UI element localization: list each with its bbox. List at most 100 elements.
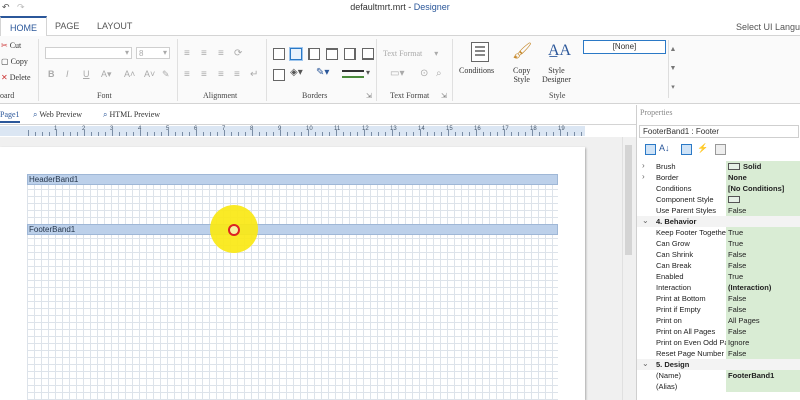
underline-icon[interactable]: U [83, 69, 90, 79]
align-middle-icon[interactable]: ≡ [201, 48, 207, 59]
justify-icon[interactable]: ≡ [234, 69, 240, 80]
categorized-icon[interactable] [645, 144, 656, 155]
property-value[interactable]: False [726, 304, 800, 315]
vertical-scrollbar[interactable] [622, 137, 634, 400]
left-border-icon[interactable] [308, 48, 320, 60]
tab-page1[interactable]: Page1 [0, 110, 20, 123]
header-band[interactable]: HeaderBand1 [27, 174, 558, 185]
report-page[interactable]: HeaderBand1 FooterBand1 [0, 147, 585, 400]
property-row[interactable]: Component Style [637, 194, 800, 205]
property-row[interactable]: (Alias) [637, 381, 800, 392]
chevron-down-icon[interactable]: ▾ [366, 68, 370, 77]
outside-border-icon[interactable] [290, 48, 302, 60]
property-value[interactable]: None [726, 172, 800, 183]
word-wrap-icon[interactable]: ↵ [250, 69, 258, 80]
property-row[interactable]: Keep Footer Together True [637, 227, 800, 238]
font-family-combo[interactable]: ▾ [45, 47, 132, 59]
select-ui-language[interactable]: Select UI Langu [736, 22, 800, 32]
font-size-combo[interactable]: 8 ▾ [136, 47, 170, 59]
footer-band[interactable]: FooterBand1 [27, 224, 558, 235]
copy-style-button[interactable]: Copy Style [513, 66, 530, 84]
properties-view-icon[interactable] [681, 144, 692, 155]
align-left-icon[interactable]: ≡ [184, 69, 190, 80]
border-color-icon[interactable]: ✎▾ [316, 67, 329, 78]
property-value[interactable]: Solid [726, 161, 800, 172]
no-border-icon[interactable] [273, 69, 285, 81]
right-border-icon[interactable] [344, 48, 356, 60]
property-category[interactable]: ⌄ 4. Behavior [637, 216, 800, 227]
text-format-combo[interactable]: Text Format ▾ [383, 49, 438, 58]
dialog-launcher-icon[interactable]: ⇲ [441, 92, 447, 100]
highlight-icon[interactable]: ✎ [162, 69, 170, 80]
property-value[interactable]: All Pages [726, 315, 800, 326]
format-percent-icon[interactable]: ⊙ [420, 68, 428, 79]
property-row[interactable]: Print if Empty False [637, 304, 800, 315]
bottom-border-icon[interactable] [362, 48, 374, 60]
italic-icon[interactable]: I [66, 69, 69, 79]
property-pages-icon[interactable] [715, 144, 726, 155]
sort-alpha-icon[interactable]: A↓ [659, 143, 670, 153]
property-row[interactable]: Use Parent Styles False [637, 205, 800, 216]
property-value[interactable] [726, 194, 800, 205]
tab-web-preview[interactable]: ⌕ Web Preview [33, 110, 82, 120]
property-value[interactable]: False [726, 249, 800, 260]
property-row[interactable]: Print on All Pages False [637, 326, 800, 337]
font-color-icon[interactable]: A▾ [101, 69, 112, 80]
property-row[interactable]: (Name) FooterBand1 [637, 370, 800, 381]
property-row[interactable]: Interaction (Interaction) [637, 282, 800, 293]
top-border-icon[interactable] [326, 48, 338, 60]
align-top-icon[interactable]: ≡ [184, 48, 190, 59]
cut-button[interactable]: ✂ Cut [1, 41, 21, 50]
property-value[interactable]: True [726, 227, 800, 238]
copy-button[interactable]: ▢ Copy [1, 57, 28, 66]
property-row[interactable]: Print at Bottom False [637, 293, 800, 304]
property-value[interactable]: False [726, 205, 800, 216]
property-row[interactable]: Reset Page Number False [637, 348, 800, 359]
format-number-icon[interactable]: ⌕ [436, 68, 442, 79]
property-row[interactable]: Can Shrink False [637, 249, 800, 260]
tab-layout[interactable]: LAYOUT [88, 16, 141, 37]
property-row[interactable]: Can Grow True [637, 238, 800, 249]
rotate-text-icon[interactable]: ⟳ [234, 48, 242, 59]
property-value[interactable]: False [726, 260, 800, 271]
align-right-icon[interactable]: ≡ [218, 69, 224, 80]
property-value[interactable] [726, 381, 800, 392]
format-currency-icon[interactable]: ▭▾ [390, 68, 404, 79]
property-value[interactable]: False [726, 293, 800, 304]
events-lightning-icon[interactable]: ⚡ [697, 143, 708, 154]
property-row[interactable]: › Brush Solid [637, 161, 800, 172]
shrink-font-icon[interactable]: A˅ [144, 69, 155, 79]
conditions-button[interactable]: Conditions [459, 66, 494, 75]
style-gallery-scroller[interactable]: ▲ ▼ ▾ [668, 40, 677, 98]
style-selector[interactable]: [None] [583, 40, 666, 54]
bold-icon[interactable]: B [48, 69, 55, 79]
tab-home[interactable]: HOME [0, 16, 47, 37]
property-row[interactable]: Print on All Pages [637, 315, 800, 326]
align-center-icon[interactable]: ≡ [201, 69, 207, 80]
delete-button[interactable]: ✕ Delete [1, 73, 31, 82]
expand-chevron-icon[interactable]: ⌄ [642, 359, 649, 368]
expand-chevron-icon[interactable]: ⌄ [642, 216, 649, 225]
property-row[interactable]: Print on Even Odd PagesIgnore [637, 337, 800, 348]
dialog-launcher-icon[interactable]: ⇲ [366, 92, 372, 100]
property-value[interactable]: Ignore [726, 337, 800, 348]
component-selector[interactable]: FooterBand1 : Footer [639, 125, 799, 138]
property-row[interactable]: Enabled True [637, 271, 800, 282]
property-value[interactable]: True [726, 238, 800, 249]
property-value[interactable]: True [726, 271, 800, 282]
align-bottom-icon[interactable]: ≡ [218, 48, 224, 59]
all-borders-icon[interactable] [273, 48, 285, 60]
tab-page[interactable]: PAGE [46, 16, 88, 37]
expand-chevron-icon[interactable]: › [642, 172, 645, 181]
design-canvas[interactable]: HeaderBand1 FooterBand1 [0, 137, 636, 400]
tab-html-preview[interactable]: ⌕ HTML Preview [103, 110, 160, 120]
property-row[interactable]: Conditions [No Conditions] [637, 183, 800, 194]
grow-font-icon[interactable]: A˄ [124, 69, 135, 79]
expand-chevron-icon[interactable]: › [642, 161, 645, 170]
property-value[interactable]: False [726, 326, 800, 337]
style-designer-button[interactable]: Style Designer [542, 66, 571, 84]
property-row[interactable]: › Border None [637, 172, 800, 183]
property-value[interactable]: FooterBand1 [726, 370, 800, 381]
property-value[interactable]: [No Conditions] [726, 183, 800, 194]
scroll-thumb[interactable] [625, 145, 632, 255]
